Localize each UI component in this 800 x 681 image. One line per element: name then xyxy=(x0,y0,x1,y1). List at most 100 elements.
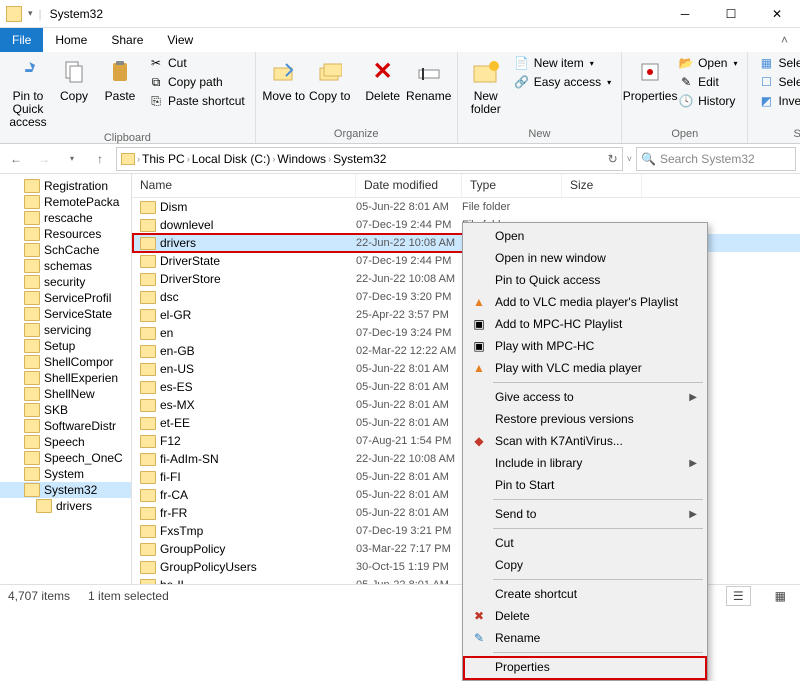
menu-properties[interactable]: Properties xyxy=(465,656,705,678)
select-none-button[interactable]: ☐Select none xyxy=(754,73,800,91)
folder-icon xyxy=(140,309,156,322)
menu-delete[interactable]: ✖Delete xyxy=(465,605,705,627)
open-button[interactable]: 📂Open▾ xyxy=(674,54,741,72)
tree-item[interactable]: security xyxy=(0,274,131,290)
paste-button[interactable]: Paste xyxy=(98,54,142,105)
breadcrumb-pc[interactable]: This PC xyxy=(142,152,185,166)
menu-cut[interactable]: Cut xyxy=(465,532,705,554)
menu-pin-start[interactable]: Pin to Start xyxy=(465,474,705,496)
tree-item[interactable]: SKB xyxy=(0,402,131,418)
select-all-button[interactable]: ▦Select all xyxy=(754,54,800,72)
table-row[interactable]: Dism05-Jun-22 8:01 AMFile folder xyxy=(132,198,800,216)
tab-file[interactable]: File xyxy=(0,28,43,52)
tree-item[interactable]: Setup xyxy=(0,338,131,354)
menu-copy[interactable]: Copy xyxy=(465,554,705,576)
folder-icon xyxy=(36,499,52,513)
file-name: dsc xyxy=(160,290,179,304)
menu-give-access[interactable]: Give access to▶ xyxy=(465,386,705,408)
easy-access-button[interactable]: 🔗Easy access▾ xyxy=(510,73,615,91)
menu-include-library[interactable]: Include in library▶ xyxy=(465,452,705,474)
tree-item[interactable]: rescache xyxy=(0,210,131,226)
menu-send-to[interactable]: Send to▶ xyxy=(465,503,705,525)
navigation-tree[interactable]: RegistrationRemotePackarescacheResources… xyxy=(0,174,132,584)
tab-home[interactable]: Home xyxy=(43,28,99,52)
maximize-button[interactable]: ☐ xyxy=(708,0,754,28)
properties-button[interactable]: Properties xyxy=(628,54,672,105)
tree-item[interactable]: drivers xyxy=(0,498,131,514)
history-button[interactable]: 🕓History xyxy=(674,92,741,110)
rename-icon xyxy=(413,56,445,88)
select-none-icon: ☐ xyxy=(758,74,774,90)
menu-k7-scan[interactable]: ◆Scan with K7AntiVirus... xyxy=(465,430,705,452)
tab-view[interactable]: View xyxy=(155,28,205,52)
cut-button[interactable]: ✂Cut xyxy=(144,54,249,72)
tree-item[interactable]: ServiceState xyxy=(0,306,131,322)
open-icon: 📂 xyxy=(678,55,694,71)
breadcrumb-windows[interactable]: Windows xyxy=(277,152,326,166)
tree-item[interactable]: Speech_OneC xyxy=(0,450,131,466)
tree-item[interactable]: ShellNew xyxy=(0,386,131,402)
move-to-button[interactable]: Move to xyxy=(262,54,306,105)
tree-label: System xyxy=(44,467,84,481)
search-input[interactable]: 🔍 Search System32 xyxy=(636,147,796,171)
tree-item[interactable]: ServiceProfil xyxy=(0,290,131,306)
menu-open[interactable]: Open xyxy=(465,225,705,247)
column-size[interactable]: Size xyxy=(562,174,642,197)
menu-pin-quick[interactable]: Pin to Quick access xyxy=(465,269,705,291)
folder-icon xyxy=(140,525,156,538)
tree-item[interactable]: System xyxy=(0,466,131,482)
column-type[interactable]: Type xyxy=(462,174,562,197)
menu-mpc-playlist[interactable]: ▣Add to MPC-HC Playlist xyxy=(465,313,705,335)
tree-item[interactable]: SoftwareDistr xyxy=(0,418,131,434)
back-button[interactable]: ← xyxy=(4,147,28,171)
invert-selection-button[interactable]: ◩Invert selection xyxy=(754,92,800,110)
tree-item[interactable]: ShellExperien xyxy=(0,370,131,386)
close-button[interactable]: ✕ xyxy=(754,0,800,28)
tree-item[interactable]: SchCache xyxy=(0,242,131,258)
breadcrumb[interactable]: › This PC› Local Disk (C:)› Windows› Sys… xyxy=(116,147,623,171)
breadcrumb-system32[interactable]: System32 xyxy=(333,152,386,166)
tree-item[interactable]: Registration xyxy=(0,178,131,194)
refresh-icon[interactable]: ↻ xyxy=(608,152,618,166)
tree-item[interactable]: schemas xyxy=(0,258,131,274)
recent-button[interactable]: ▾ xyxy=(60,147,84,171)
forward-button[interactable]: → xyxy=(32,147,56,171)
tab-share[interactable]: Share xyxy=(99,28,155,52)
file-name: drivers xyxy=(160,236,196,250)
qat-dropdown-icon[interactable]: ▾ xyxy=(28,8,33,19)
new-item-button[interactable]: 📄New item▾ xyxy=(510,54,615,72)
tree-label: Speech xyxy=(44,435,85,449)
menu-create-shortcut[interactable]: Create shortcut xyxy=(465,583,705,605)
menu-vlc-play[interactable]: ▲Play with VLC media player xyxy=(465,357,705,379)
tree-item[interactable]: System32 xyxy=(0,482,131,498)
tree-item[interactable]: RemotePacka xyxy=(0,194,131,210)
pin-quick-access-button[interactable]: Pin to Quick access xyxy=(6,54,50,132)
tiles-view-button[interactable]: ▦ xyxy=(769,587,792,605)
menu-vlc-playlist[interactable]: ▲Add to VLC media player's Playlist xyxy=(465,291,705,313)
pin-icon xyxy=(12,56,44,88)
breadcrumb-drive[interactable]: Local Disk (C:) xyxy=(192,152,271,166)
edit-button[interactable]: ✎Edit xyxy=(674,73,741,91)
ribbon-collapse-button[interactable]: ˄ xyxy=(769,28,800,52)
paste-shortcut-button[interactable]: ⎘Paste shortcut xyxy=(144,92,249,110)
up-button[interactable]: ↑ xyxy=(88,147,112,171)
menu-mpc-play[interactable]: ▣Play with MPC-HC xyxy=(465,335,705,357)
copy-path-button[interactable]: ⧉Copy path xyxy=(144,73,249,91)
tree-item[interactable]: Resources xyxy=(0,226,131,242)
rename-button[interactable]: Rename xyxy=(407,54,451,105)
details-view-button[interactable]: ☰ xyxy=(726,586,751,606)
copy-button[interactable]: Copy xyxy=(52,54,96,105)
tree-item[interactable]: servicing xyxy=(0,322,131,338)
minimize-button[interactable]: ─ xyxy=(662,0,708,28)
menu-rename[interactable]: ✎Rename xyxy=(465,627,705,649)
tree-item[interactable]: Speech xyxy=(0,434,131,450)
tree-item[interactable]: ShellCompor xyxy=(0,354,131,370)
copy-to-button[interactable]: Copy to xyxy=(308,54,352,105)
column-date[interactable]: Date modified xyxy=(356,174,462,197)
menu-open-new[interactable]: Open in new window xyxy=(465,247,705,269)
menu-restore[interactable]: Restore previous versions xyxy=(465,408,705,430)
column-name[interactable]: Name xyxy=(132,174,356,197)
folder-icon xyxy=(24,211,40,225)
delete-button[interactable]: ✕Delete xyxy=(361,54,405,105)
new-folder-button[interactable]: New folder xyxy=(464,54,508,118)
